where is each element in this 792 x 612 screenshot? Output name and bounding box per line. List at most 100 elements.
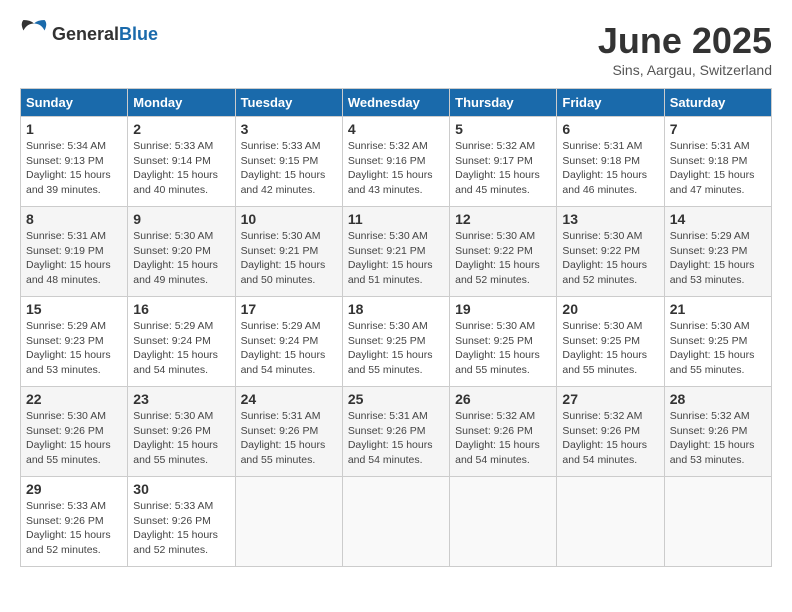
day-info: Sunrise: 5:29 AM Sunset: 9:23 PM Dayligh… (670, 229, 766, 288)
day-info: Sunrise: 5:34 AM Sunset: 9:13 PM Dayligh… (26, 139, 122, 198)
sunrise-time: Sunrise: 5:33 AM (133, 140, 213, 152)
sunset-time: Sunset: 9:13 PM (26, 155, 104, 167)
sunrise-time: Sunrise: 5:32 AM (348, 140, 428, 152)
day-number: 25 (348, 391, 444, 407)
calendar-day-cell: 23 Sunrise: 5:30 AM Sunset: 9:26 PM Dayl… (128, 387, 235, 477)
sunset-time: Sunset: 9:26 PM (241, 425, 319, 437)
calendar-day-cell: 7 Sunrise: 5:31 AM Sunset: 9:18 PM Dayli… (664, 117, 771, 207)
sunset-time: Sunset: 9:21 PM (348, 245, 426, 257)
calendar-week-row: 8 Sunrise: 5:31 AM Sunset: 9:19 PM Dayli… (21, 207, 772, 297)
day-info: Sunrise: 5:30 AM Sunset: 9:26 PM Dayligh… (26, 409, 122, 468)
sunrise-time: Sunrise: 5:30 AM (241, 230, 321, 242)
sunrise-time: Sunrise: 5:30 AM (670, 320, 750, 332)
day-info: Sunrise: 5:30 AM Sunset: 9:25 PM Dayligh… (562, 319, 658, 378)
day-info: Sunrise: 5:31 AM Sunset: 9:26 PM Dayligh… (348, 409, 444, 468)
sunset-time: Sunset: 9:22 PM (562, 245, 640, 257)
day-number: 24 (241, 391, 337, 407)
calendar-week-row: 29 Sunrise: 5:33 AM Sunset: 9:26 PM Dayl… (21, 477, 772, 567)
calendar-day-cell: 14 Sunrise: 5:29 AM Sunset: 9:23 PM Dayl… (664, 207, 771, 297)
calendar-table: SundayMondayTuesdayWednesdayThursdayFrid… (20, 88, 772, 567)
day-number: 14 (670, 211, 766, 227)
calendar-day-cell: 15 Sunrise: 5:29 AM Sunset: 9:23 PM Dayl… (21, 297, 128, 387)
logo-icon (20, 20, 48, 48)
calendar-day-cell: 12 Sunrise: 5:30 AM Sunset: 9:22 PM Dayl… (450, 207, 557, 297)
calendar-day-cell (342, 477, 449, 567)
calendar-day-cell: 30 Sunrise: 5:33 AM Sunset: 9:26 PM Dayl… (128, 477, 235, 567)
calendar-day-cell: 17 Sunrise: 5:29 AM Sunset: 9:24 PM Dayl… (235, 297, 342, 387)
day-number: 11 (348, 211, 444, 227)
calendar-day-cell: 10 Sunrise: 5:30 AM Sunset: 9:21 PM Dayl… (235, 207, 342, 297)
calendar-week-row: 22 Sunrise: 5:30 AM Sunset: 9:26 PM Dayl… (21, 387, 772, 477)
sunrise-time: Sunrise: 5:29 AM (241, 320, 321, 332)
sunset-time: Sunset: 9:25 PM (455, 335, 533, 347)
day-info: Sunrise: 5:30 AM Sunset: 9:25 PM Dayligh… (348, 319, 444, 378)
daylight-hours: Daylight: 15 hours and 54 minutes. (133, 349, 218, 376)
daylight-hours: Daylight: 15 hours and 55 minutes. (348, 349, 433, 376)
page-title: June 2025 (598, 20, 772, 62)
daylight-hours: Daylight: 15 hours and 47 minutes. (670, 169, 755, 196)
calendar-day-cell: 22 Sunrise: 5:30 AM Sunset: 9:26 PM Dayl… (21, 387, 128, 477)
sunrise-time: Sunrise: 5:31 AM (241, 410, 321, 422)
day-info: Sunrise: 5:30 AM Sunset: 9:21 PM Dayligh… (241, 229, 337, 288)
sunrise-time: Sunrise: 5:32 AM (670, 410, 750, 422)
calendar-day-cell (450, 477, 557, 567)
day-number: 4 (348, 121, 444, 137)
daylight-hours: Daylight: 15 hours and 53 minutes. (670, 259, 755, 286)
day-number: 5 (455, 121, 551, 137)
daylight-hours: Daylight: 15 hours and 48 minutes. (26, 259, 111, 286)
daylight-hours: Daylight: 15 hours and 55 minutes. (241, 439, 326, 466)
sunset-time: Sunset: 9:26 PM (562, 425, 640, 437)
header: GeneralBlue June 2025 Sins, Aargau, Swit… (20, 20, 772, 78)
day-info: Sunrise: 5:29 AM Sunset: 9:24 PM Dayligh… (133, 319, 229, 378)
day-number: 3 (241, 121, 337, 137)
sunset-time: Sunset: 9:26 PM (133, 425, 211, 437)
sunset-time: Sunset: 9:22 PM (455, 245, 533, 257)
daylight-hours: Daylight: 15 hours and 40 minutes. (133, 169, 218, 196)
calendar-day-cell: 26 Sunrise: 5:32 AM Sunset: 9:26 PM Dayl… (450, 387, 557, 477)
sunrise-time: Sunrise: 5:30 AM (26, 410, 106, 422)
calendar-day-cell: 11 Sunrise: 5:30 AM Sunset: 9:21 PM Dayl… (342, 207, 449, 297)
sunrise-time: Sunrise: 5:29 AM (26, 320, 106, 332)
day-of-week-header: Sunday (21, 89, 128, 117)
daylight-hours: Daylight: 15 hours and 39 minutes. (26, 169, 111, 196)
daylight-hours: Daylight: 15 hours and 50 minutes. (241, 259, 326, 286)
daylight-hours: Daylight: 15 hours and 55 minutes. (133, 439, 218, 466)
day-info: Sunrise: 5:32 AM Sunset: 9:26 PM Dayligh… (455, 409, 551, 468)
daylight-hours: Daylight: 15 hours and 54 minutes. (455, 439, 540, 466)
day-info: Sunrise: 5:31 AM Sunset: 9:18 PM Dayligh… (670, 139, 766, 198)
sunrise-time: Sunrise: 5:33 AM (241, 140, 321, 152)
calendar-day-cell: 2 Sunrise: 5:33 AM Sunset: 9:14 PM Dayli… (128, 117, 235, 207)
day-of-week-header: Thursday (450, 89, 557, 117)
sunrise-time: Sunrise: 5:31 AM (348, 410, 428, 422)
calendar-day-cell: 4 Sunrise: 5:32 AM Sunset: 9:16 PM Dayli… (342, 117, 449, 207)
sunrise-time: Sunrise: 5:30 AM (133, 410, 213, 422)
day-number: 6 (562, 121, 658, 137)
day-number: 1 (26, 121, 122, 137)
sunrise-time: Sunrise: 5:30 AM (562, 230, 642, 242)
daylight-hours: Daylight: 15 hours and 52 minutes. (26, 529, 111, 556)
day-info: Sunrise: 5:33 AM Sunset: 9:26 PM Dayligh… (133, 499, 229, 558)
day-info: Sunrise: 5:30 AM Sunset: 9:22 PM Dayligh… (455, 229, 551, 288)
calendar-day-cell: 5 Sunrise: 5:32 AM Sunset: 9:17 PM Dayli… (450, 117, 557, 207)
sunrise-time: Sunrise: 5:33 AM (26, 500, 106, 512)
day-of-week-header: Wednesday (342, 89, 449, 117)
day-number: 8 (26, 211, 122, 227)
sunrise-time: Sunrise: 5:30 AM (455, 230, 535, 242)
day-number: 19 (455, 301, 551, 317)
day-number: 17 (241, 301, 337, 317)
calendar-day-cell: 9 Sunrise: 5:30 AM Sunset: 9:20 PM Dayli… (128, 207, 235, 297)
daylight-hours: Daylight: 15 hours and 49 minutes. (133, 259, 218, 286)
day-info: Sunrise: 5:33 AM Sunset: 9:26 PM Dayligh… (26, 499, 122, 558)
sunset-time: Sunset: 9:26 PM (348, 425, 426, 437)
day-of-week-header: Tuesday (235, 89, 342, 117)
sunset-time: Sunset: 9:26 PM (26, 425, 104, 437)
sunrise-time: Sunrise: 5:32 AM (455, 140, 535, 152)
day-info: Sunrise: 5:30 AM Sunset: 9:25 PM Dayligh… (670, 319, 766, 378)
day-info: Sunrise: 5:32 AM Sunset: 9:16 PM Dayligh… (348, 139, 444, 198)
calendar-day-cell: 27 Sunrise: 5:32 AM Sunset: 9:26 PM Dayl… (557, 387, 664, 477)
logo: GeneralBlue (20, 20, 158, 48)
calendar-day-cell: 18 Sunrise: 5:30 AM Sunset: 9:25 PM Dayl… (342, 297, 449, 387)
day-number: 20 (562, 301, 658, 317)
day-info: Sunrise: 5:30 AM Sunset: 9:26 PM Dayligh… (133, 409, 229, 468)
calendar-day-cell: 28 Sunrise: 5:32 AM Sunset: 9:26 PM Dayl… (664, 387, 771, 477)
